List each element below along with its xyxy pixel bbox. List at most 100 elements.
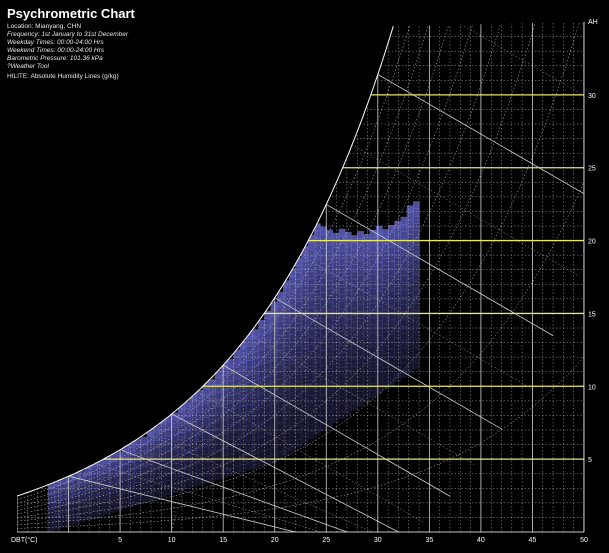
density-cell bbox=[159, 438, 167, 447]
density-cell bbox=[351, 278, 358, 287]
density-cell bbox=[369, 288, 377, 297]
density-cell bbox=[406, 241, 414, 250]
density-cell bbox=[412, 332, 420, 341]
density-cell bbox=[153, 432, 160, 441]
density-cell bbox=[313, 369, 321, 377]
density-cell bbox=[289, 429, 296, 438]
density-cell bbox=[388, 348, 395, 357]
density-cell bbox=[351, 256, 358, 265]
density-cell bbox=[177, 439, 185, 448]
density-cell bbox=[375, 262, 383, 271]
density-cell bbox=[338, 396, 346, 405]
density-cell bbox=[283, 345, 290, 354]
density-cell bbox=[412, 223, 420, 231]
density-cell bbox=[289, 363, 296, 372]
density-cell bbox=[307, 285, 315, 294]
density-cell bbox=[332, 334, 340, 343]
density-cell bbox=[196, 470, 204, 479]
density-cell bbox=[412, 303, 420, 312]
density-cell bbox=[97, 508, 105, 517]
density-cell bbox=[338, 257, 346, 266]
density-cell bbox=[332, 349, 340, 358]
density-cell bbox=[233, 407, 241, 416]
density-cell bbox=[270, 345, 278, 354]
density-cell bbox=[270, 316, 278, 325]
density-cell bbox=[307, 351, 315, 360]
density-cell bbox=[338, 294, 346, 303]
density-cell bbox=[388, 276, 395, 284]
density-cell bbox=[307, 329, 315, 338]
density-cell bbox=[332, 415, 340, 423]
density-cell bbox=[313, 259, 321, 268]
density-cell bbox=[338, 403, 346, 412]
density-cell bbox=[54, 485, 61, 494]
density-cell bbox=[283, 418, 290, 427]
density-cell bbox=[351, 402, 358, 411]
density-cell bbox=[400, 289, 408, 298]
density-cell bbox=[190, 465, 197, 473]
density-cell bbox=[196, 412, 204, 420]
density-cell bbox=[208, 473, 216, 482]
density-cell bbox=[307, 293, 315, 301]
density-cell bbox=[264, 434, 272, 443]
density-cell bbox=[196, 448, 204, 457]
density-cell bbox=[196, 463, 204, 471]
density-cell bbox=[357, 398, 364, 407]
density-cell bbox=[307, 365, 315, 374]
density-cell bbox=[233, 378, 241, 387]
density-cell bbox=[116, 495, 123, 504]
density-cell bbox=[245, 396, 253, 405]
density-cell bbox=[332, 342, 340, 350]
x-tick-label: 15 bbox=[219, 537, 227, 544]
density-cell bbox=[381, 229, 389, 237]
density-cell bbox=[85, 475, 92, 484]
density-cell bbox=[78, 485, 86, 493]
density-cell bbox=[245, 360, 253, 369]
density-cell bbox=[214, 471, 222, 480]
density-cell bbox=[313, 361, 321, 370]
density-cell bbox=[252, 343, 259, 352]
density-cell bbox=[227, 366, 235, 374]
density-cell bbox=[116, 502, 123, 511]
density-cell bbox=[270, 374, 278, 383]
density-cell bbox=[233, 451, 241, 460]
density-cell bbox=[239, 398, 247, 407]
density-cell bbox=[134, 482, 142, 491]
density-cell bbox=[301, 297, 309, 305]
density-cell bbox=[239, 442, 247, 451]
density-cell bbox=[270, 352, 278, 361]
density-cell bbox=[258, 443, 265, 452]
density-cell bbox=[394, 344, 402, 353]
density-cell bbox=[283, 447, 290, 456]
density-cell bbox=[91, 495, 98, 504]
density-cell bbox=[258, 400, 265, 409]
density-cell bbox=[369, 281, 377, 289]
density-cell bbox=[233, 415, 241, 423]
density-cell bbox=[196, 426, 204, 435]
density-cell bbox=[400, 318, 408, 327]
density-cell bbox=[338, 410, 346, 419]
density-cell bbox=[221, 419, 228, 427]
density-cell bbox=[258, 327, 265, 336]
density-cell bbox=[357, 231, 364, 239]
density-cell bbox=[270, 323, 278, 332]
density-cell bbox=[289, 392, 296, 401]
density-cell bbox=[332, 364, 340, 372]
density-cell bbox=[264, 354, 272, 363]
density-region bbox=[47, 201, 420, 532]
density-cell bbox=[412, 237, 420, 246]
density-cell bbox=[381, 316, 389, 325]
density-cell bbox=[332, 240, 340, 248]
density-cell bbox=[400, 267, 408, 276]
density-cell bbox=[351, 315, 358, 324]
density-cell bbox=[307, 256, 315, 265]
density-cell bbox=[140, 480, 148, 489]
density-cell bbox=[332, 371, 340, 380]
density-cell bbox=[326, 295, 334, 304]
density-cell bbox=[270, 440, 278, 448]
density-cell bbox=[47, 523, 55, 532]
density-cell bbox=[357, 252, 364, 261]
density-cell bbox=[270, 359, 278, 368]
density-cell bbox=[394, 322, 402, 331]
density-cell bbox=[103, 470, 111, 478]
